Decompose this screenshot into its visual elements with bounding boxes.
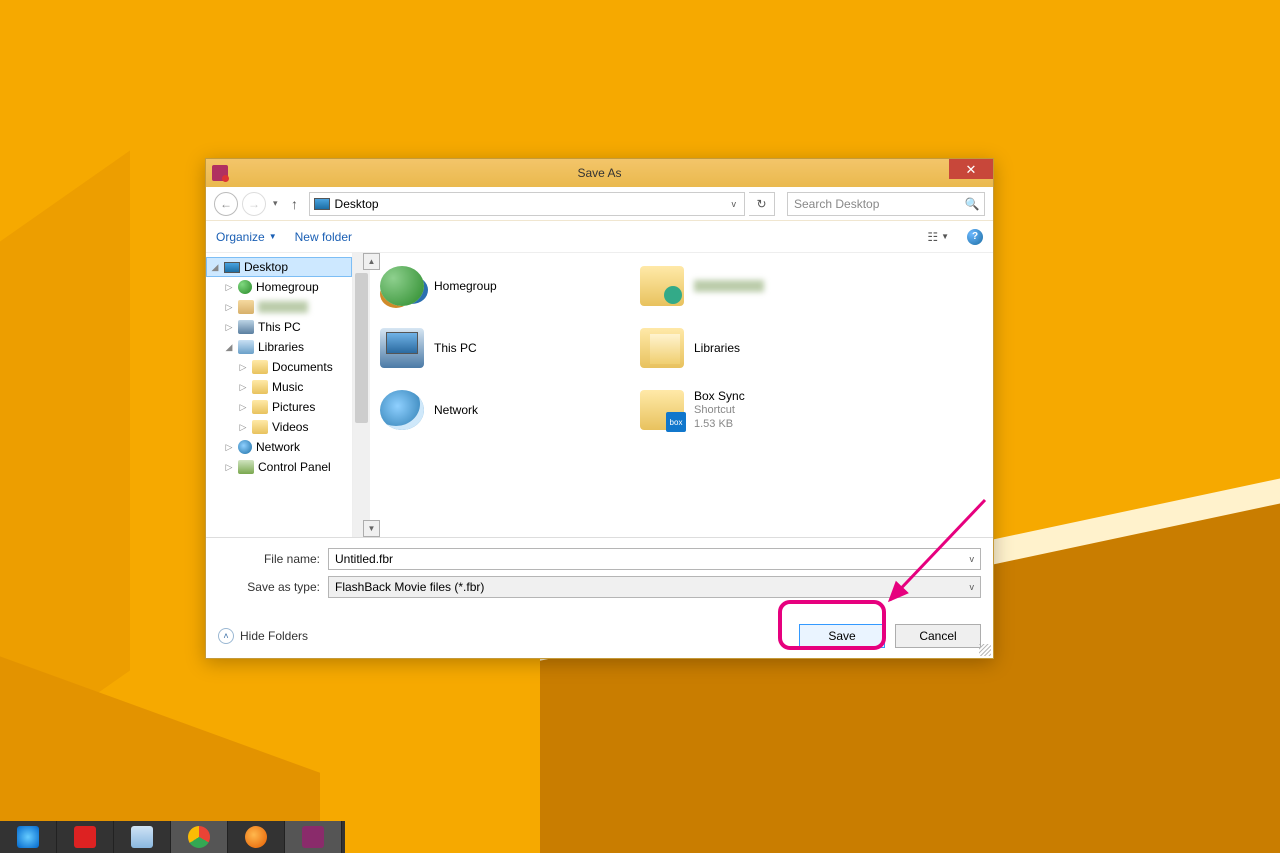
filename-label: File name: — [218, 552, 328, 566]
desktop-icon — [314, 198, 330, 210]
taskbar-adobe[interactable] — [57, 821, 114, 853]
forward-button[interactable]: → — [242, 192, 266, 216]
tree-node[interactable]: ▷Videos — [206, 417, 352, 437]
taskbar-chrome[interactable] — [171, 821, 228, 853]
back-button[interactable]: ← — [214, 192, 238, 216]
tree-node[interactable]: ◢Desktop — [206, 257, 352, 277]
tree-node[interactable]: ▷Control Panel — [206, 457, 352, 477]
search-input[interactable] — [788, 197, 960, 211]
taskbar-firefox[interactable] — [228, 821, 285, 853]
saveastype-input[interactable] — [335, 580, 970, 594]
filename-dropdown-icon[interactable]: v — [970, 554, 975, 564]
filename-form: File name: v Save as type: v — [206, 538, 993, 608]
new-folder-button[interactable]: New folder — [295, 230, 352, 244]
tree-node[interactable]: ◢Libraries — [206, 337, 352, 357]
saveastype-label: Save as type: — [218, 580, 328, 594]
navigation-row: ← → ▾ ↑ v ↻ 🔍 — [206, 187, 993, 221]
saveastype-field[interactable]: v — [328, 576, 981, 598]
refresh-button[interactable]: ↻ — [749, 192, 775, 216]
tree-node[interactable]: ▷ — [206, 297, 352, 317]
file-item[interactable]: Homegroup — [380, 261, 630, 311]
scroll-thumb[interactable] — [355, 273, 368, 423]
organize-button[interactable]: Organize▼ — [216, 230, 277, 244]
tree-node[interactable]: ▷Pictures — [206, 397, 352, 417]
search-icon: 🔍 — [960, 197, 984, 211]
file-item[interactable]: Box SyncShortcut1.53 KB — [640, 385, 890, 435]
search-box[interactable]: 🔍 — [787, 192, 985, 216]
file-item[interactable]: Libraries — [640, 323, 890, 373]
toolbar: Organize▼ New folder ☷ ▼ ? — [206, 221, 993, 253]
help-button[interactable]: ? — [967, 229, 983, 245]
app-icon — [212, 165, 228, 181]
nav-tree[interactable]: ◢Desktop▷Homegroup▷▷This PC◢Libraries▷Do… — [206, 253, 353, 537]
address-input[interactable] — [335, 197, 723, 211]
file-item[interactable] — [640, 261, 890, 311]
history-dropdown[interactable]: ▾ — [270, 198, 281, 209]
view-options-button[interactable]: ☷ ▼ — [927, 230, 949, 244]
file-list[interactable]: Homegroup This PCLibrariesNetworkBox Sync… — [370, 253, 993, 537]
taskbar[interactable] — [0, 821, 345, 853]
file-item[interactable]: Network — [380, 385, 630, 435]
taskbar-flashback[interactable] — [285, 821, 342, 853]
save-as-dialog: Save As ✕ ← → ▾ ↑ v ↻ 🔍 Organize▼ New fo… — [205, 158, 994, 659]
address-dropdown-icon[interactable]: v — [728, 199, 741, 209]
chevron-up-icon: ˄ — [218, 628, 234, 644]
tree-node[interactable]: ▷Homegroup — [206, 277, 352, 297]
taskbar-ie[interactable] — [0, 821, 57, 853]
address-bar[interactable]: v — [309, 192, 745, 216]
cancel-button[interactable]: Cancel — [895, 624, 981, 648]
saveastype-dropdown-icon[interactable]: v — [970, 582, 975, 592]
tree-node[interactable]: ▷Music — [206, 377, 352, 397]
tree-scrollbar[interactable]: ▲ ▼ — [353, 253, 370, 537]
resize-grip[interactable] — [979, 644, 991, 656]
titlebar[interactable]: Save As ✕ — [206, 159, 993, 187]
taskbar-notepad[interactable] — [114, 821, 171, 853]
file-item[interactable]: This PC — [380, 323, 630, 373]
close-button[interactable]: ✕ — [949, 159, 993, 179]
up-button[interactable]: ↑ — [285, 194, 305, 214]
tree-node[interactable]: ▷Documents — [206, 357, 352, 377]
tree-node[interactable]: ▷This PC — [206, 317, 352, 337]
filename-input[interactable] — [335, 552, 970, 566]
dialog-title: Save As — [577, 166, 621, 180]
hide-folders-button[interactable]: ˄ Hide Folders — [218, 628, 308, 644]
save-button[interactable]: Save — [799, 624, 885, 648]
dialog-footer: ˄ Hide Folders Save Cancel — [206, 608, 993, 658]
filename-field[interactable]: v — [328, 548, 981, 570]
tree-node[interactable]: ▷Network — [206, 437, 352, 457]
